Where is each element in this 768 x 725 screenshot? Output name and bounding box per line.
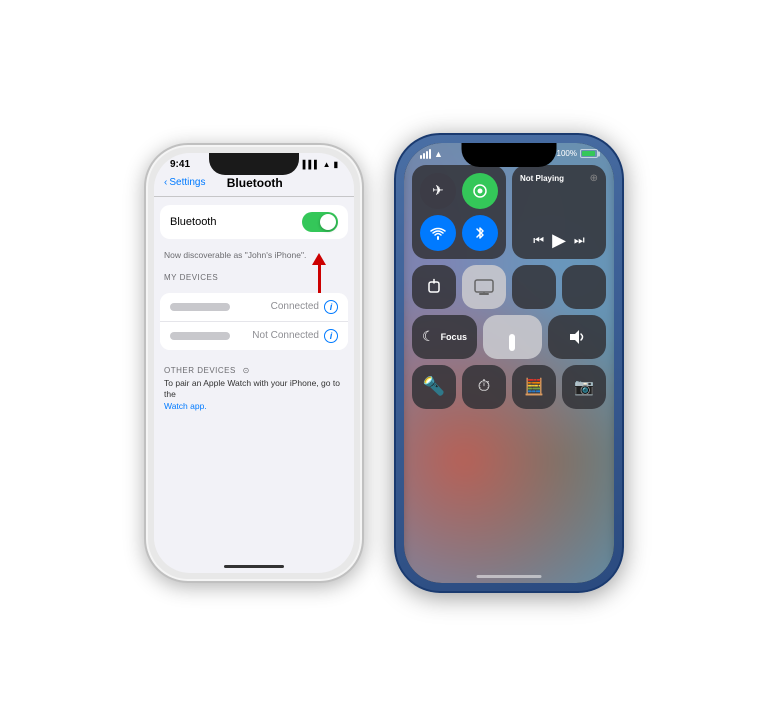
wifi-icon: ▲	[323, 160, 331, 169]
nav-bar: ‹ Settings Bluetooth	[154, 172, 354, 197]
signal-bars-icon	[420, 149, 431, 159]
right-home-indicator[interactable]	[477, 575, 542, 578]
cc-top-row: ✈	[412, 165, 606, 259]
status-time: 9:41	[170, 159, 190, 170]
right-notch	[462, 143, 557, 167]
watch-pair-text: To pair an Apple Watch with your iPhone,…	[164, 378, 344, 414]
cc-calculator-btn[interactable]: 🧮	[512, 365, 556, 409]
arrow-head	[312, 253, 326, 265]
battery-percent-label: 100%	[557, 149, 577, 158]
watch-app-link[interactable]: Watch app.	[164, 401, 207, 411]
bluetooth-toggle-row[interactable]: Bluetooth	[160, 205, 348, 239]
media-next-btn[interactable]: ⏭	[574, 233, 585, 248]
status-right-info: 100%	[557, 149, 598, 158]
nav-back[interactable]: ‹ Settings	[164, 177, 205, 188]
nav-back-label[interactable]: Settings	[169, 177, 205, 188]
settings-content: Bluetooth Now discoverable as "John's iP…	[154, 197, 354, 557]
bluetooth-label: Bluetooth	[170, 216, 216, 228]
nav-title: Bluetooth	[205, 176, 304, 190]
status-left-icons: ▲	[420, 149, 443, 159]
brightness-bar	[509, 334, 515, 351]
battery-fill	[582, 151, 595, 156]
cc-flashlight-btn[interactable]: 🔦	[412, 365, 456, 409]
cc-cellular-btn[interactable]	[462, 173, 498, 209]
cc-volume-btn[interactable]	[548, 315, 606, 359]
cc-airplane-btn[interactable]: ✈	[420, 173, 456, 209]
left-phone: 9:41 ▌▌▌ ▲ ▮ ‹ Settings Bluetooth Blueto…	[144, 143, 364, 583]
cc-brightness-btn[interactable]	[483, 315, 541, 359]
home-indicator[interactable]	[224, 565, 284, 568]
right-phone-screen: ▲ 100% ✈	[404, 143, 614, 583]
my-devices-group: Connected i Not Connected i	[160, 293, 348, 350]
cc-last-row: 🔦 ⏱ 🧮 📷	[412, 365, 606, 409]
cc-network-block: ✈	[412, 165, 506, 259]
cc-mid-row	[412, 265, 606, 309]
device-row-1[interactable]: Connected i	[160, 293, 348, 322]
back-chevron-icon: ‹	[164, 177, 167, 188]
bluetooth-toggle[interactable]	[302, 212, 338, 232]
right-phone: ▲ 100% ✈	[394, 133, 624, 593]
cc-timer-btn[interactable]: ⏱	[462, 365, 506, 409]
arrow-line	[318, 265, 321, 293]
bluetooth-toggle-group: Bluetooth	[160, 205, 348, 239]
cc-focus-btn[interactable]: ☾ Focus	[412, 315, 477, 359]
other-devices-section: OTHER DEVICES ⊙ To pair an Apple Watch w…	[154, 358, 354, 418]
media-not-playing-label: Not Playing	[520, 174, 564, 183]
media-title-row: Not Playing ⊕	[520, 173, 598, 184]
left-phone-screen: 9:41 ▌▌▌ ▲ ▮ ‹ Settings Bluetooth Blueto…	[154, 153, 354, 573]
device-1-status-row: Connected i	[271, 300, 338, 314]
signal-icon: ▌▌▌	[303, 160, 320, 169]
cc-camera-btn[interactable]: 📷	[562, 365, 606, 409]
spinner-icon: ⊙	[243, 366, 250, 375]
cc-wifi-btn[interactable]	[420, 215, 456, 251]
focus-label: Focus	[441, 332, 468, 342]
notch	[209, 153, 299, 175]
red-arrow-annotation	[312, 253, 326, 293]
media-controls: ⏮ ▶ ⏭	[520, 230, 598, 251]
other-devices-header: OTHER DEVICES ⊙	[164, 360, 344, 378]
device-2-status: Not Connected	[252, 330, 319, 341]
device-row-2[interactable]: Not Connected i	[160, 322, 348, 350]
device-2-status-row: Not Connected i	[252, 329, 338, 343]
device-1-info-btn[interactable]: i	[324, 300, 338, 314]
control-center: ✈	[404, 161, 614, 413]
airplay-icon[interactable]: ⊕	[590, 173, 598, 184]
battery-icon-right	[580, 149, 598, 158]
cc-focus-row: ☾ Focus	[412, 315, 606, 359]
cc-empty-2	[562, 265, 606, 309]
cc-screen-mirror-btn[interactable]	[462, 265, 506, 309]
cc-orientation-btn[interactable]	[412, 265, 456, 309]
media-prev-btn[interactable]: ⏮	[533, 233, 544, 248]
moon-icon: ☾	[422, 328, 435, 345]
status-icons: ▌▌▌ ▲ ▮	[303, 160, 338, 169]
device-2-info-btn[interactable]: i	[324, 329, 338, 343]
battery-icon-left: ▮	[334, 160, 338, 169]
device-1-name	[170, 303, 230, 311]
media-play-btn[interactable]: ▶	[552, 230, 566, 251]
device-2-name	[170, 332, 230, 340]
cc-empty-1	[512, 265, 556, 309]
cc-media-block: Not Playing ⊕ ⏮ ▶ ⏭	[512, 165, 606, 259]
wifi-status-icon: ▲	[434, 149, 443, 159]
cc-bluetooth-btn[interactable]	[462, 215, 498, 251]
toggle-knob	[320, 214, 336, 230]
device-1-status: Connected	[271, 301, 319, 312]
